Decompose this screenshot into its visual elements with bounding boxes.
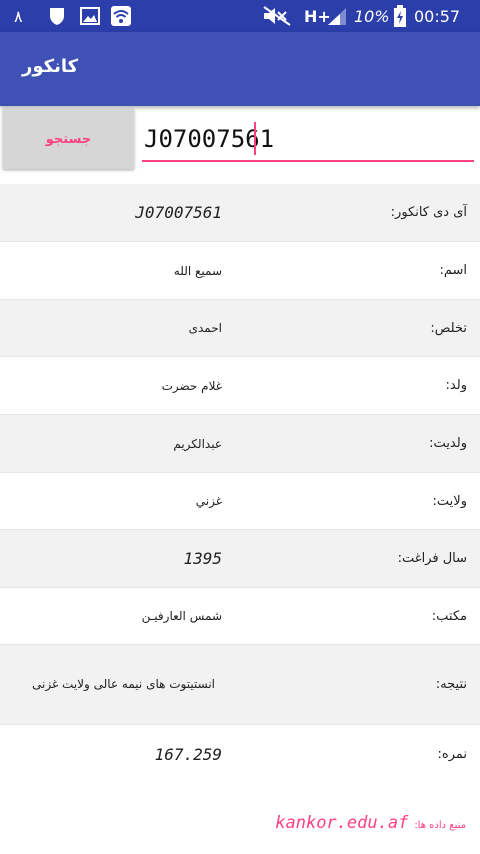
result-value: سمیع الله bbox=[173, 263, 222, 278]
result-value: 1395 bbox=[183, 549, 222, 568]
result-label: مکتب: bbox=[431, 608, 467, 624]
result-label: ولد: bbox=[445, 378, 467, 393]
signal-icon bbox=[326, 0, 348, 32]
result-value: غلام حضرت bbox=[161, 378, 222, 393]
wifi-box-icon bbox=[110, 0, 132, 32]
result-label: ولایت: bbox=[432, 493, 467, 509]
results-list: آی دی کانکور: J07007561 اسم: سمیع الله ت… bbox=[0, 184, 480, 783]
result-label: اسم: bbox=[439, 263, 467, 278]
result-value: عبدالکریم bbox=[173, 436, 222, 451]
search-button[interactable]: جستجو bbox=[3, 109, 134, 169]
result-row-father: ولد: غلام حضرت bbox=[0, 357, 480, 415]
data-source: kankor.edu.af منبع داده ها: bbox=[275, 813, 466, 833]
notification-count: ٨ bbox=[14, 6, 23, 26]
result-row-province: ولایت: غزني bbox=[0, 473, 480, 530]
battery-charging-icon bbox=[393, 0, 407, 32]
result-row-grandfather: ولدیت: عبدالکریم bbox=[0, 415, 480, 473]
result-value: شمس العارفیـن bbox=[141, 609, 222, 623]
kankor-id-input[interactable] bbox=[142, 118, 474, 162]
result-label: نتیجه: bbox=[435, 677, 467, 692]
result-label: تخلص: bbox=[430, 320, 467, 336]
mute-icon bbox=[262, 0, 292, 32]
result-row-name: اسم: سمیع الله bbox=[0, 242, 480, 300]
result-row-kankor-id: آی دی کانکور: J07007561 bbox=[0, 184, 480, 242]
text-cursor bbox=[254, 122, 256, 155]
source-link[interactable]: kankor.edu.af bbox=[275, 813, 408, 833]
clock: 00:57 bbox=[414, 6, 461, 26]
result-row-score: نمره: 167.259 bbox=[0, 725, 480, 783]
image-icon bbox=[80, 0, 100, 32]
result-label: نمره: bbox=[437, 746, 468, 762]
result-value: J07007561 bbox=[135, 203, 222, 222]
result-row-surname: تخلص: احمدی bbox=[0, 300, 480, 357]
shield-icon bbox=[48, 0, 66, 32]
battery-percent: 10% bbox=[354, 6, 390, 26]
status-bar: ٨ H+ 10% 00:57 bbox=[0, 0, 480, 32]
app-bar: کانکور bbox=[0, 32, 480, 106]
result-value: انستیتوت های نیمه عالی ولایت غزنی bbox=[32, 677, 215, 691]
result-row-school: مکتب: شمس العارفیـن bbox=[0, 588, 480, 645]
result-value: احمدی bbox=[188, 321, 222, 335]
app-title: کانکور bbox=[22, 56, 79, 77]
result-value: غزني bbox=[195, 494, 222, 508]
result-row-graduation-year: سال فراغت: 1395 bbox=[0, 530, 480, 588]
source-label: منبع داده ها: bbox=[414, 820, 466, 831]
result-row-result: نتیجه: انستیتوت های نیمه عالی ولایت غزنی bbox=[0, 645, 480, 725]
result-label: ولدیت: bbox=[429, 436, 467, 451]
result-label: آی دی کانکور: bbox=[390, 205, 467, 220]
result-value: 167.259 bbox=[154, 744, 222, 764]
result-label: سال فراغت: bbox=[397, 551, 467, 566]
